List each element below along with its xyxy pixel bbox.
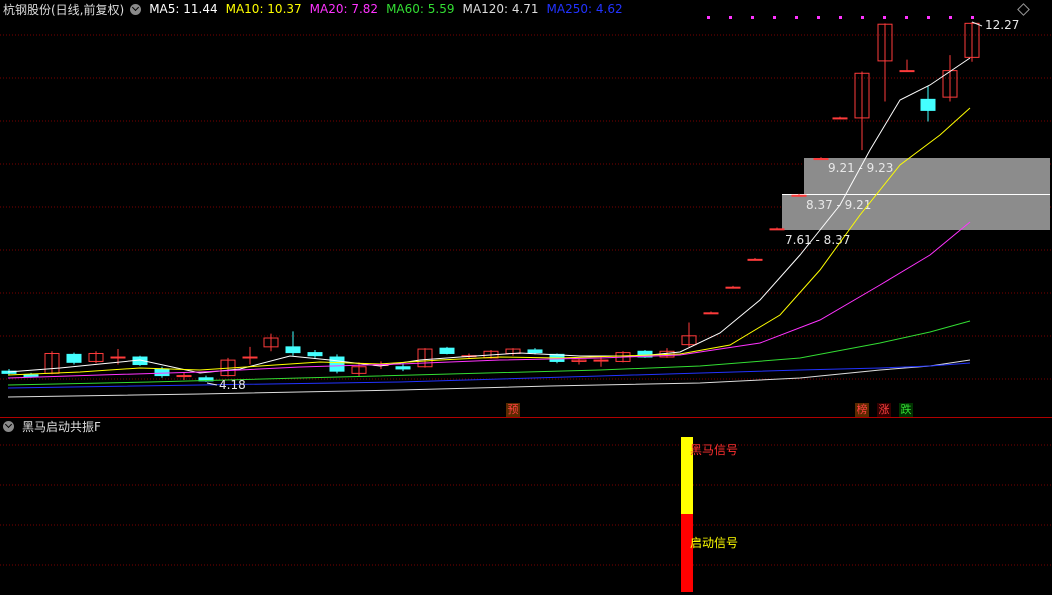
high-price-label: 12.27 [985,18,1019,32]
ma250-readout: MA250: 4.62 [546,2,623,16]
stock-title[interactable]: 杭钢股份(日线,前复权) [3,1,124,18]
start-signal-bar [681,514,693,592]
ma120-readout: MA120: 4.71 [462,2,539,16]
candle-body [791,194,807,197]
signal-dot [817,16,820,19]
signal-dot [751,16,754,19]
candle-body [769,228,785,231]
signal-dot [949,16,952,19]
chart-header: 杭钢股份(日线,前复权) MA5: 11.44 MA10: 10.37 MA20… [0,0,631,18]
candle-body [110,356,126,359]
candle-body [593,359,609,362]
candle-body [703,312,719,315]
candle-body [154,368,170,377]
candle-body [395,366,411,370]
candle-body [176,375,192,378]
ma10-readout: MA10: 10.37 [225,2,302,16]
candle-body [832,117,848,120]
signal-dot [905,16,908,19]
ma60-readout: MA60: 5.59 [386,2,455,16]
candle-body [242,356,258,359]
price-chart[interactable]: 9.21 - 9.238.37 - 9.217.61 - 8.3712.274.… [0,0,1052,418]
indicator-title[interactable]: 黑马启动共振F [22,418,101,435]
candle-body [747,258,763,261]
low-price-label: 4.18 [219,378,246,392]
ma20-readout: MA20: 7.82 [309,2,379,16]
signal-dot [839,16,842,19]
candle-body [920,98,936,111]
signal-dot [927,16,930,19]
indicator-chart[interactable] [0,418,1052,595]
yu-badge: 预 [506,403,520,417]
signal-dot [861,16,864,19]
black-horse-signal-label: 黑马信号 [690,443,739,457]
candle-body [527,349,543,354]
ma5-readout: MA5: 11.44 [149,2,218,16]
signal-dot [707,16,710,19]
candle-body [439,347,455,354]
candle-body [899,70,915,73]
signal-dot [729,16,732,19]
candle-body [66,353,82,363]
chart-window: 9.21 - 9.23 8.37 - 9.21 7.61 - 8.37 12.27 4.… [0,0,1052,595]
candle-body [23,374,39,377]
zone-label: 7.61 - 8.37 [785,233,850,247]
zhang-badge: 涨 [877,403,891,417]
start-signal-label: 启动信号 [690,536,739,550]
signal-dot [883,16,886,19]
indicator-header: 黑马启动共振F [0,417,109,435]
chevron-down-icon[interactable] [130,3,142,15]
candle-body [285,346,301,354]
signal-dot [795,16,798,19]
signal-dot [971,16,974,19]
bang-badge: 榜 [855,403,869,417]
high-price-arrow [971,21,983,27]
chevron-down-icon[interactable] [3,420,14,432]
signal-dot [773,16,776,19]
candle-body [813,158,829,161]
candle-body [307,352,323,357]
zone-label: 8.37 - 9.21 [806,198,871,212]
candle-body [329,356,345,372]
candle-body [725,286,741,289]
die-badge: 跌 [899,403,913,417]
